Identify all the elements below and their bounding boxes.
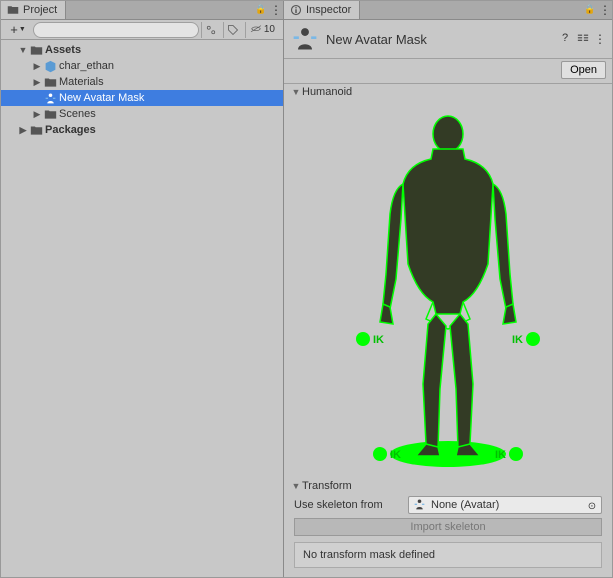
tree-label: New Avatar Mask [59, 92, 144, 104]
open-button[interactable]: Open [561, 61, 606, 79]
object-field-value: None (Avatar) [431, 499, 499, 511]
avatar-icon [413, 498, 427, 512]
tree-item-new-avatar-mask[interactable]: New Avatar Mask [1, 90, 283, 106]
lock-icon[interactable] [582, 4, 598, 16]
component-menu-icon[interactable] [594, 32, 606, 46]
section-label: Transform [302, 480, 352, 492]
project-tab-label: Project [23, 4, 57, 16]
lock-icon[interactable] [253, 4, 269, 16]
folder-icon [29, 43, 43, 57]
skeleton-field-row: Use skeleton from None (Avatar) ⊙ [284, 494, 612, 516]
tree-item-packages[interactable]: ▶ Packages [1, 122, 283, 138]
tree-item-assets[interactable]: ▼ Assets [1, 42, 283, 58]
tree-label: char_ethan [59, 60, 114, 72]
project-toolbar: +▼ 10 [1, 20, 283, 40]
svg-text:IK: IK [373, 334, 384, 346]
tree-item-materials[interactable]: ▶ Materials [1, 74, 283, 90]
humanoid-section-header[interactable]: ▼ Humanoid [284, 84, 612, 100]
import-skeleton-button: Import skeleton [294, 518, 602, 536]
panel-menu-icon[interactable] [598, 3, 612, 17]
svg-text:IK: IK [512, 334, 523, 346]
expand-arrow-icon[interactable]: ▶ [31, 109, 43, 120]
expand-arrow-icon[interactable]: ▶ [31, 77, 43, 88]
info-icon [290, 4, 302, 16]
no-mask-message: No transform mask defined [294, 542, 602, 568]
folder-icon [43, 107, 57, 121]
create-button[interactable]: +▼ [5, 22, 31, 38]
section-label: Humanoid [302, 86, 352, 98]
folder-icon [7, 4, 19, 16]
foldout-arrow-icon: ▼ [290, 87, 302, 97]
search-input[interactable] [33, 22, 199, 38]
inspector-tab[interactable]: Inspector [284, 1, 360, 19]
panel-menu-icon[interactable] [269, 3, 283, 17]
expand-arrow-icon[interactable]: ▶ [31, 61, 43, 72]
hidden-items-count[interactable]: 10 [245, 22, 279, 38]
tree-label: Scenes [59, 108, 96, 120]
avatar-mask-icon [290, 24, 320, 54]
field-label: Use skeleton from [294, 499, 404, 511]
project-tab[interactable]: Project [1, 1, 66, 19]
foldout-arrow-icon: ▼ [290, 481, 302, 491]
humanoid-diagram[interactable]: IK IK IK IK [284, 100, 612, 478]
prefab-icon [43, 59, 57, 73]
folder-icon [29, 123, 43, 137]
svg-text:IK: IK [495, 449, 506, 461]
tree-label: Assets [45, 44, 81, 56]
svg-text:IK: IK [390, 449, 401, 461]
help-icon[interactable]: ? [558, 32, 572, 46]
search-by-label-button[interactable] [223, 22, 243, 38]
expand-arrow-icon[interactable]: ▶ [17, 125, 29, 136]
project-tab-bar: Project [1, 1, 283, 20]
object-picker-icon[interactable]: ⊙ [585, 499, 599, 513]
transform-section-header[interactable]: ▼ Transform [284, 478, 612, 494]
project-tree: ▼ Assets ▶ char_ethan ▶ Materials New Av… [1, 40, 283, 577]
inspector-header: New Avatar Mask ? [284, 20, 612, 59]
search-by-type-button[interactable] [201, 22, 221, 38]
asset-title: New Avatar Mask [326, 32, 552, 47]
skeleton-object-field[interactable]: None (Avatar) ⊙ [408, 496, 602, 514]
expand-arrow-icon[interactable]: ▼ [17, 45, 29, 55]
inspector-tab-bar: Inspector [284, 1, 612, 20]
avatar-mask-icon [43, 91, 57, 105]
preset-icon[interactable] [576, 32, 590, 46]
inspector-tab-label: Inspector [306, 4, 351, 16]
tree-item-scenes[interactable]: ▶ Scenes [1, 106, 283, 122]
folder-icon [43, 75, 57, 89]
tree-label: Materials [59, 76, 104, 88]
tree-item-char-ethan[interactable]: ▶ char_ethan [1, 58, 283, 74]
tree-label: Packages [45, 124, 96, 136]
